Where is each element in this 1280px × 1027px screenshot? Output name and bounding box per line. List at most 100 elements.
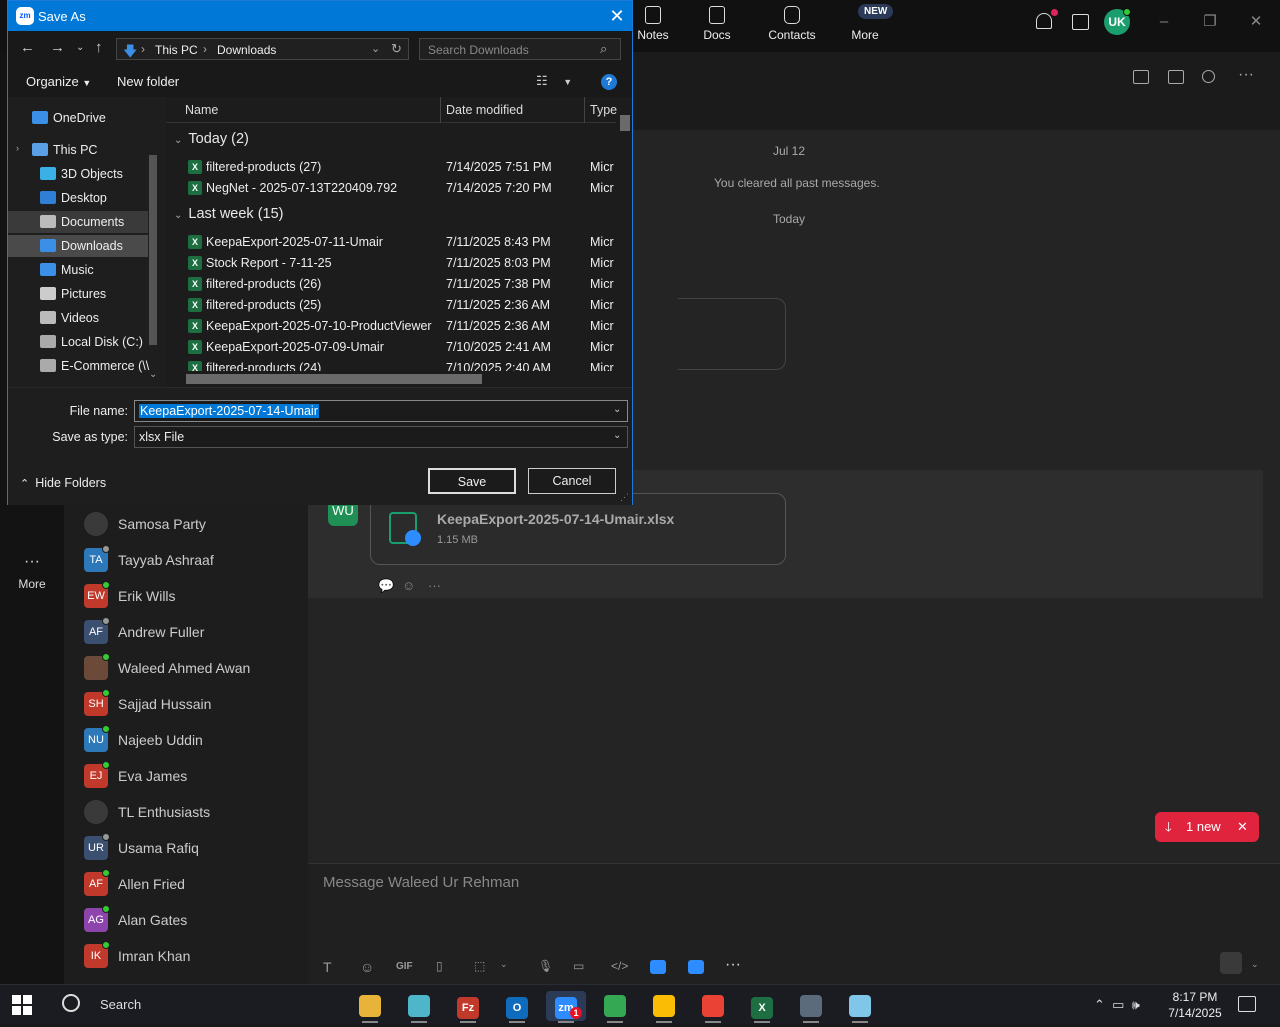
calendar-icon[interactable] <box>1072 14 1089 30</box>
send-button[interactable] <box>1220 952 1242 974</box>
group-header[interactable]: ⌄ Last week (15) <box>174 206 284 222</box>
group-header[interactable]: ⌄ Today (2) <box>174 131 249 147</box>
video-icon[interactable] <box>1133 70 1149 84</box>
close-icon[interactable]: ✕ <box>1237 812 1248 842</box>
contact-item[interactable]: SH Sajjad Hussain <box>84 689 304 718</box>
bell-icon[interactable] <box>1036 13 1052 29</box>
nav-item-music[interactable]: Music <box>8 259 148 281</box>
resize-grip-icon[interactable]: ⋰ <box>620 492 629 503</box>
collapse-icon[interactable]: ⌄ <box>174 135 182 146</box>
scroll-thumb[interactable] <box>186 374 482 384</box>
windows-start-icon[interactable] <box>12 995 32 1015</box>
back-icon[interactable]: ← <box>20 39 35 56</box>
more-options-icon[interactable]: ··· <box>1238 66 1254 84</box>
file-name-value[interactable]: KeepaExport-2025-07-14-Umair <box>139 404 319 418</box>
file-row[interactable]: Xfiltered-products (25) 7/11/2025 2:36 AM… <box>166 295 616 316</box>
format-text-icon[interactable]: T <box>323 959 332 975</box>
recent-locations-icon[interactable]: ⌄ <box>76 42 84 53</box>
contact-item[interactable]: Waleed Ahmed Awan <box>84 653 304 682</box>
maximize-icon[interactable]: ❐ <box>1200 12 1220 32</box>
file-icon[interactable]: ▯ <box>436 959 443 973</box>
save-type-select[interactable]: xlsx File ⌄ <box>134 426 628 448</box>
address-bar[interactable]: 🡇 › This PC › Downloads ⌄ ↻ <box>116 38 409 60</box>
search-icon[interactable] <box>1202 70 1215 83</box>
message-composer[interactable]: Message Waleed Ur Rehman T ☺ GIF ▯ ⬚ ⌄ 🎙… <box>308 863 1280 984</box>
chevron-down-icon[interactable]: ⌄ <box>371 42 380 55</box>
contact-item[interactable]: AF Andrew Fuller <box>84 617 304 646</box>
file-row[interactable]: Xfiltered-products (27) 7/14/2025 7:51 PM… <box>166 157 616 178</box>
chrome-app-3[interactable] <box>693 991 733 1023</box>
clock[interactable]: 8:17 PM 7/14/2025 <box>1160 989 1230 1021</box>
network-icon[interactable]: ▭ <box>1112 997 1124 1012</box>
code-icon[interactable]: </> <box>611 959 628 973</box>
rail-more[interactable]: ··· More <box>0 554 64 592</box>
contact-item[interactable]: IK Imran Khan <box>84 941 304 970</box>
column-type[interactable]: Type <box>590 103 617 117</box>
chevron-down-icon[interactable]: ⌄ <box>500 959 508 970</box>
file-explorer-app[interactable] <box>350 991 390 1023</box>
emoji-react-icon[interactable]: ☺ <box>402 578 415 593</box>
app-icon-2[interactable] <box>688 960 704 974</box>
emoji-icon[interactable]: ☺ <box>360 959 374 975</box>
column-divider[interactable] <box>584 97 585 123</box>
contact-item[interactable]: NU Najeeb Uddin <box>84 725 304 754</box>
horizontal-scrollbar[interactable] <box>166 371 618 387</box>
download-icon[interactable] <box>405 530 421 546</box>
file-row[interactable]: X Stock Report - 7-11-25 7/11/2025 8:03 PM… <box>166 253 616 274</box>
outlook-app[interactable]: O <box>497 991 537 1023</box>
send-options-icon[interactable]: ⌄ <box>1251 959 1259 970</box>
expand-icon[interactable]: › <box>16 143 19 153</box>
filezilla-app[interactable]: Fz <box>448 991 488 1023</box>
contact-item[interactable]: AG Alan Gates <box>84 905 304 934</box>
more-tools-icon[interactable]: ··· <box>725 956 741 974</box>
more-actions-icon[interactable]: ··· <box>428 578 441 593</box>
up-icon[interactable]: ↑ <box>95 39 103 56</box>
nav-item-videos[interactable]: Videos <box>8 307 148 329</box>
app-2[interactable] <box>399 991 439 1023</box>
contact-item[interactable]: TL Enthusiasts <box>84 800 304 826</box>
app-11[interactable] <box>840 991 880 1023</box>
contact-item[interactable]: Samosa Party <box>84 512 304 538</box>
save-button[interactable]: Save <box>428 468 516 494</box>
vertical-scrollbar[interactable] <box>618 97 632 371</box>
minimize-icon[interactable]: – <box>1154 12 1174 32</box>
nav-item-3d-objects[interactable]: 3D Objects <box>8 163 148 185</box>
excel-app[interactable]: X <box>742 991 782 1023</box>
nav-item-e-commerce[interactable]: E-Commerce (\\ <box>8 355 149 377</box>
nav-item-pictures[interactable]: Pictures <box>8 283 148 305</box>
file-row[interactable]: X NegNet - 2025-07-13T220409.792 7/14/2025… <box>166 178 616 199</box>
nav-item-local-disk-c[interactable]: Local Disk (C:) <box>8 331 148 353</box>
organize-button[interactable]: Organize ▼ <box>26 74 91 89</box>
breadcrumb-downloads[interactable]: Downloads <box>217 43 276 57</box>
message-input[interactable]: Message Waleed Ur Rehman <box>323 874 519 891</box>
system-tray[interactable]: ⌃ ▭ 🕪 <box>1094 997 1140 1013</box>
search-icon[interactable] <box>62 994 80 1012</box>
close-icon[interactable]: ✕ <box>606 5 628 27</box>
volume-icon[interactable]: 🕪 <box>1132 997 1140 1012</box>
file-row[interactable]: X KeepaExport-2025-07-11-Umair 7/11/2025 8… <box>166 232 616 253</box>
calculator-app[interactable] <box>791 991 831 1023</box>
chrome-app-2[interactable] <box>644 991 684 1023</box>
nav-item-this-pc[interactable]: This PC › <box>8 139 148 161</box>
scroll-down-icon[interactable]: ⌄ <box>149 369 157 380</box>
hide-folders-button[interactable]: ⌃ Hide Folders <box>20 476 106 490</box>
taskbar-search[interactable]: Search <box>100 997 141 1012</box>
forward-icon[interactable]: → <box>50 39 65 56</box>
nav-item-desktop[interactable]: Desktop <box>8 187 148 209</box>
refresh-icon[interactable]: ↻ <box>391 41 402 57</box>
new-messages-pill[interactable]: 🡓 1 new ✕ <box>1155 812 1259 842</box>
collapse-icon[interactable]: ⌄ <box>174 210 182 221</box>
search-input[interactable]: Search Downloads ⌕ <box>419 38 621 60</box>
gif-button[interactable]: GIF <box>396 961 413 972</box>
close-window-icon[interactable]: ✕ <box>1246 12 1266 32</box>
zoom-app[interactable]: zm 1 <box>546 991 586 1023</box>
app-icon-1[interactable] <box>650 960 666 974</box>
file-row[interactable]: Xfiltered-products (26) 7/11/2025 7:38 PM… <box>166 274 616 295</box>
view-options-button[interactable]: ☷ ▼ <box>536 73 572 89</box>
file-name-input[interactable]: KeepaExport-2025-07-14-Umair ⌄ <box>134 400 628 422</box>
breadcrumb-this-pc[interactable]: This PC <box>155 43 198 57</box>
cancel-button[interactable]: Cancel <box>528 468 616 494</box>
nav-item-downloads[interactable]: Downloads <box>8 235 148 257</box>
nav-item-documents[interactable]: Documents <box>8 211 148 233</box>
file-row[interactable]: X KeepaExport-2025-07-09-Umair 7/10/2025 2… <box>166 337 616 358</box>
